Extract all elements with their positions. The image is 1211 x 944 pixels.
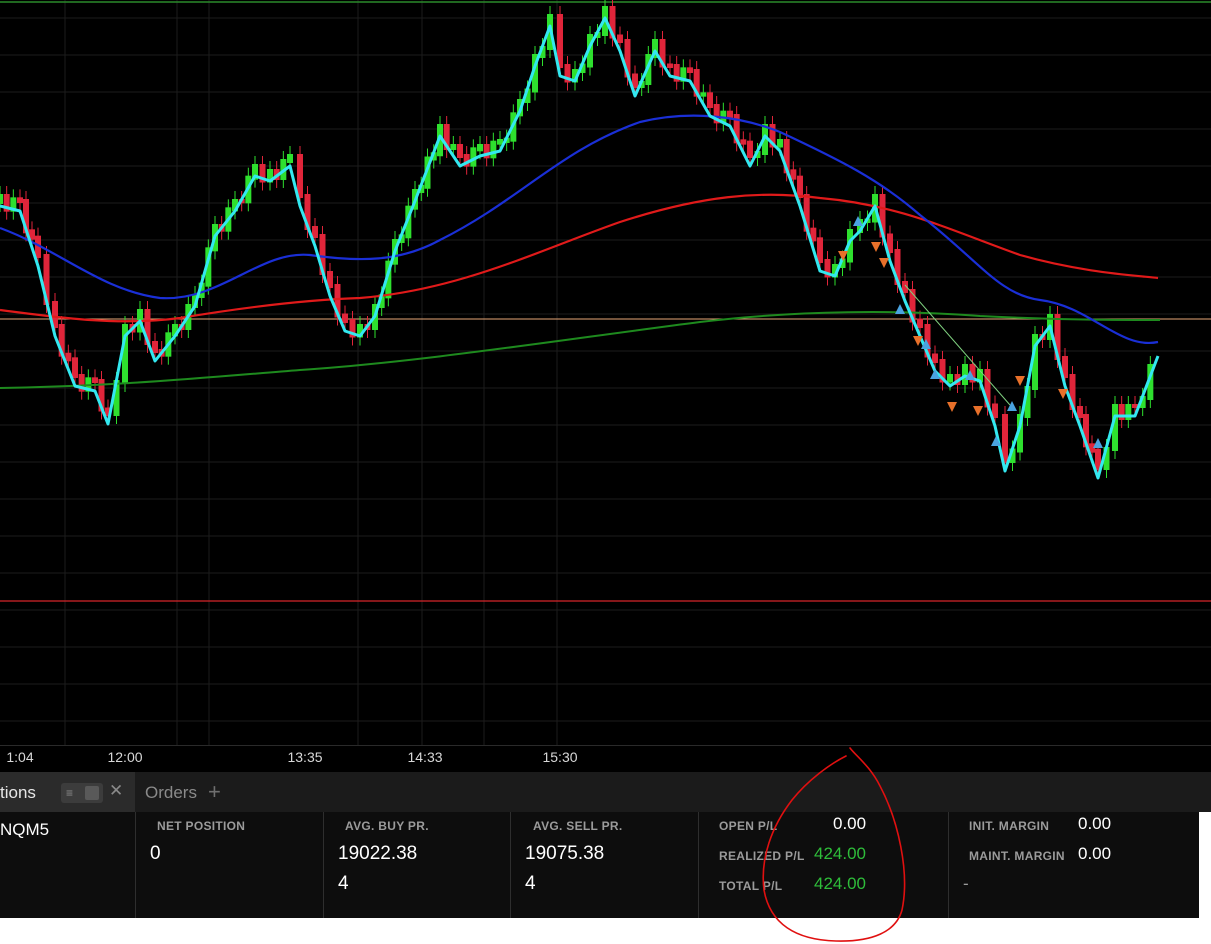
margin-cell: INIT. MARGIN 0.00 MAINT. MARGIN 0.00 - — [949, 812, 1198, 918]
candle-body — [477, 144, 483, 152]
time-tick: 12:00 — [107, 749, 143, 765]
candle-body — [287, 154, 293, 163]
candle-body — [1118, 404, 1125, 420]
sell-marker-icon — [871, 242, 881, 252]
open-pl-label: OPEN P/L — [719, 819, 778, 833]
candle-body — [1125, 404, 1132, 420]
buy-marker-icon — [1007, 401, 1017, 411]
buy-marker-icon — [895, 304, 905, 314]
open-pl-value: 0.00 — [833, 814, 867, 833]
candle-body — [727, 110, 733, 118]
fast-line — [0, 16, 1160, 480]
time-axis: 1:04 12:00 13:35 14:33 15:30 — [0, 745, 1211, 773]
candle-body — [687, 67, 693, 73]
candle-body — [0, 194, 3, 204]
time-tick: 14:33 — [407, 749, 443, 765]
init-margin-value: 0.00 — [1078, 814, 1112, 833]
avg-buy-cell: AVG. BUY PR. 19022.38 4 — [324, 812, 511, 918]
avg-sell-value: 19075.38 — [525, 843, 605, 864]
candle-body — [947, 374, 953, 383]
candle-body — [917, 318, 923, 328]
buy-marker-icon — [1093, 438, 1103, 448]
candle-body — [17, 197, 23, 203]
candle-body — [617, 34, 623, 43]
close-icon[interactable]: ✕ — [109, 781, 123, 801]
avg-buy-qty: 4 — [338, 873, 349, 894]
candle-body — [297, 154, 303, 198]
tab-layout-toggle[interactable]: ≡ — [61, 783, 103, 803]
candle-body — [72, 357, 78, 378]
candle-body — [707, 92, 713, 108]
avg-sell-cell: AVG. SELL PR. 19075.38 4 — [511, 812, 699, 918]
avg-buy-value: 19022.38 — [338, 843, 418, 864]
net-position-value: 0 — [150, 843, 161, 864]
pl-cell: OPEN P/L 0.00 REALIZED P/L 424.00 TOTAL … — [699, 812, 949, 918]
margin-extra-value: - — [963, 874, 969, 893]
avg-buy-header: AVG. BUY PR. — [345, 819, 429, 833]
candle-body — [777, 139, 783, 148]
chart-canvas[interactable] — [0, 0, 1211, 745]
total-pl-value: 424.00 — [814, 874, 866, 893]
panel-edge — [1199, 812, 1211, 918]
symbol-value: NQM5 — [0, 820, 50, 839]
candle-body — [490, 140, 497, 159]
init-margin-label: INIT. MARGIN — [969, 819, 1050, 833]
ma-blue-line — [0, 114, 1159, 345]
candle-body — [932, 353, 938, 363]
candle-body — [457, 144, 463, 158]
price-chart[interactable] — [0, 0, 1211, 745]
tab-positions[interactable]: tions ≡ ✕ — [0, 772, 135, 812]
net-position-cell: NET POSITION 0 — [136, 812, 324, 918]
list-icon: ≡ — [66, 786, 74, 800]
candle-body — [747, 140, 753, 158]
candle-body — [450, 144, 457, 150]
total-pl-label: TOTAL P/L — [719, 879, 783, 893]
avg-sell-qty: 4 — [525, 873, 536, 894]
candle-body — [92, 377, 98, 383]
maint-margin-label: MAINT. MARGIN — [969, 849, 1065, 863]
ma-red-line — [0, 193, 1159, 323]
tab-positions-label: tions — [0, 783, 36, 802]
sell-marker-icon — [973, 406, 983, 416]
square-icon — [85, 786, 99, 800]
time-tick: 15:30 — [542, 749, 578, 765]
bottom-panel-tab-bar: tions ≡ ✕ Orders + — [0, 772, 1211, 812]
tab-orders[interactable]: Orders — [145, 783, 197, 803]
positions-row[interactable]: NQM5 NET POSITION 0 AVG. BUY PR. 19022.3… — [0, 812, 1199, 918]
candle-body — [700, 92, 707, 97]
sell-marker-icon — [947, 402, 957, 412]
sell-marker-icon — [1015, 376, 1025, 386]
realized-pl-label: REALIZED P/L — [719, 849, 805, 863]
time-tick: 1:04 — [6, 749, 34, 765]
candle-body — [740, 139, 747, 145]
add-tab-button[interactable]: + — [208, 779, 221, 805]
avg-sell-header: AVG. SELL PR. — [533, 819, 623, 833]
candle-body — [342, 313, 348, 323]
net-position-header: NET POSITION — [157, 819, 246, 833]
symbol-cell: NQM5 — [0, 812, 136, 918]
realized-pl-value: 424.00 — [814, 844, 866, 863]
candle-body — [65, 352, 72, 362]
sell-marker-icon — [879, 258, 889, 268]
maint-margin-value: 0.00 — [1078, 844, 1112, 863]
candle-body — [667, 63, 673, 68]
time-tick: 13:35 — [287, 749, 323, 765]
